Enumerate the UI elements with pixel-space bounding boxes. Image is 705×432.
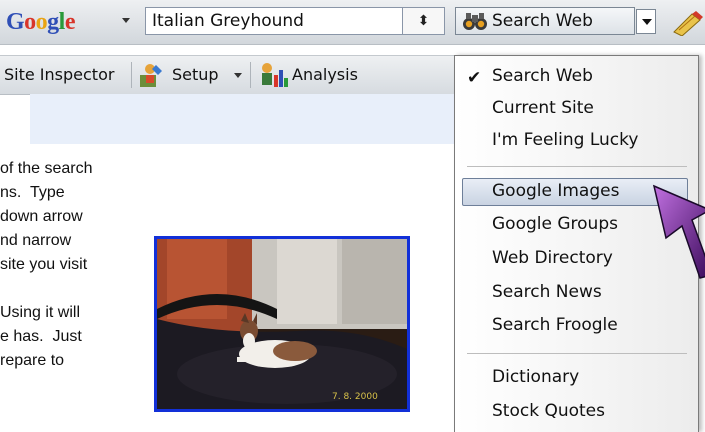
logo-letter: e: [64, 9, 76, 35]
dog-photo: 7. 8. 2000: [154, 236, 410, 412]
setup-button[interactable]: Setup: [172, 65, 219, 84]
site-inspector-button[interactable]: Site Inspector: [4, 65, 114, 84]
menu-item-search-web[interactable]: Search Web: [492, 66, 593, 86]
menu-item-web-directory[interactable]: Web Directory: [492, 248, 613, 268]
toolbar-separator: [131, 62, 132, 88]
search-type-dropdown-button[interactable]: [636, 9, 656, 34]
toolbar-separator: [250, 62, 251, 88]
google-logo-button[interactable]: Google: [6, 6, 76, 38]
article-line: of the search: [0, 160, 93, 177]
menu-item-feeling-lucky[interactable]: I'm Feeling Lucky: [492, 130, 638, 150]
chevron-down-icon[interactable]: [234, 73, 242, 78]
page-header-band: [30, 94, 470, 144]
photo-date-stamp: 7. 8. 2000: [332, 392, 378, 402]
history-spinner-button[interactable]: ⬍: [403, 7, 445, 35]
menu-item-dictionary[interactable]: Dictionary: [492, 367, 579, 387]
menu-item-google-images[interactable]: Google Images: [492, 181, 619, 201]
article-line: repare to: [0, 352, 65, 369]
logo-letter: o: [24, 9, 36, 35]
google-toolbar: Google ⬍ Search Web: [0, 0, 705, 45]
analysis-button[interactable]: Analysis: [292, 65, 358, 84]
logo-letter: g: [47, 9, 59, 35]
chevron-down-icon[interactable]: [122, 18, 130, 23]
menu-item-search-froogle[interactable]: Search Froogle: [492, 315, 618, 335]
binoculars-icon: [463, 13, 487, 30]
article-line: site you visit: [0, 256, 88, 273]
menu-item-stock-quotes[interactable]: Stock Quotes: [492, 401, 605, 421]
seo-toolbar: Site Inspector Setup Analysis: [0, 55, 470, 95]
menu-separator: [467, 166, 687, 167]
menu-item-current-site[interactable]: Current Site: [492, 98, 594, 118]
pointer-arrow-icon: [652, 184, 705, 279]
menu-item-search-news[interactable]: Search News: [492, 282, 602, 302]
menu-separator: [467, 353, 687, 354]
menu-item-google-groups[interactable]: Google Groups: [492, 214, 618, 234]
highlighter-icon[interactable]: [670, 10, 705, 36]
search-web-button[interactable]: Search Web: [455, 7, 635, 35]
article-line: nd narrow: [0, 232, 72, 249]
search-web-label: Search Web: [492, 11, 593, 31]
article-line: ns. Type: [0, 184, 65, 201]
logo-letter: o: [35, 9, 48, 35]
check-icon: ✔: [467, 68, 482, 88]
article-line: Using it will: [0, 304, 81, 321]
search-input[interactable]: [145, 7, 403, 35]
analysis-chart-icon[interactable]: [259, 61, 289, 89]
greyhound-image: 7. 8. 2000: [157, 239, 407, 409]
article-line: down arrow: [0, 208, 83, 225]
article-line: e has. Just: [0, 328, 82, 345]
logo-letter: G: [6, 9, 25, 35]
setup-icon[interactable]: [138, 61, 164, 89]
